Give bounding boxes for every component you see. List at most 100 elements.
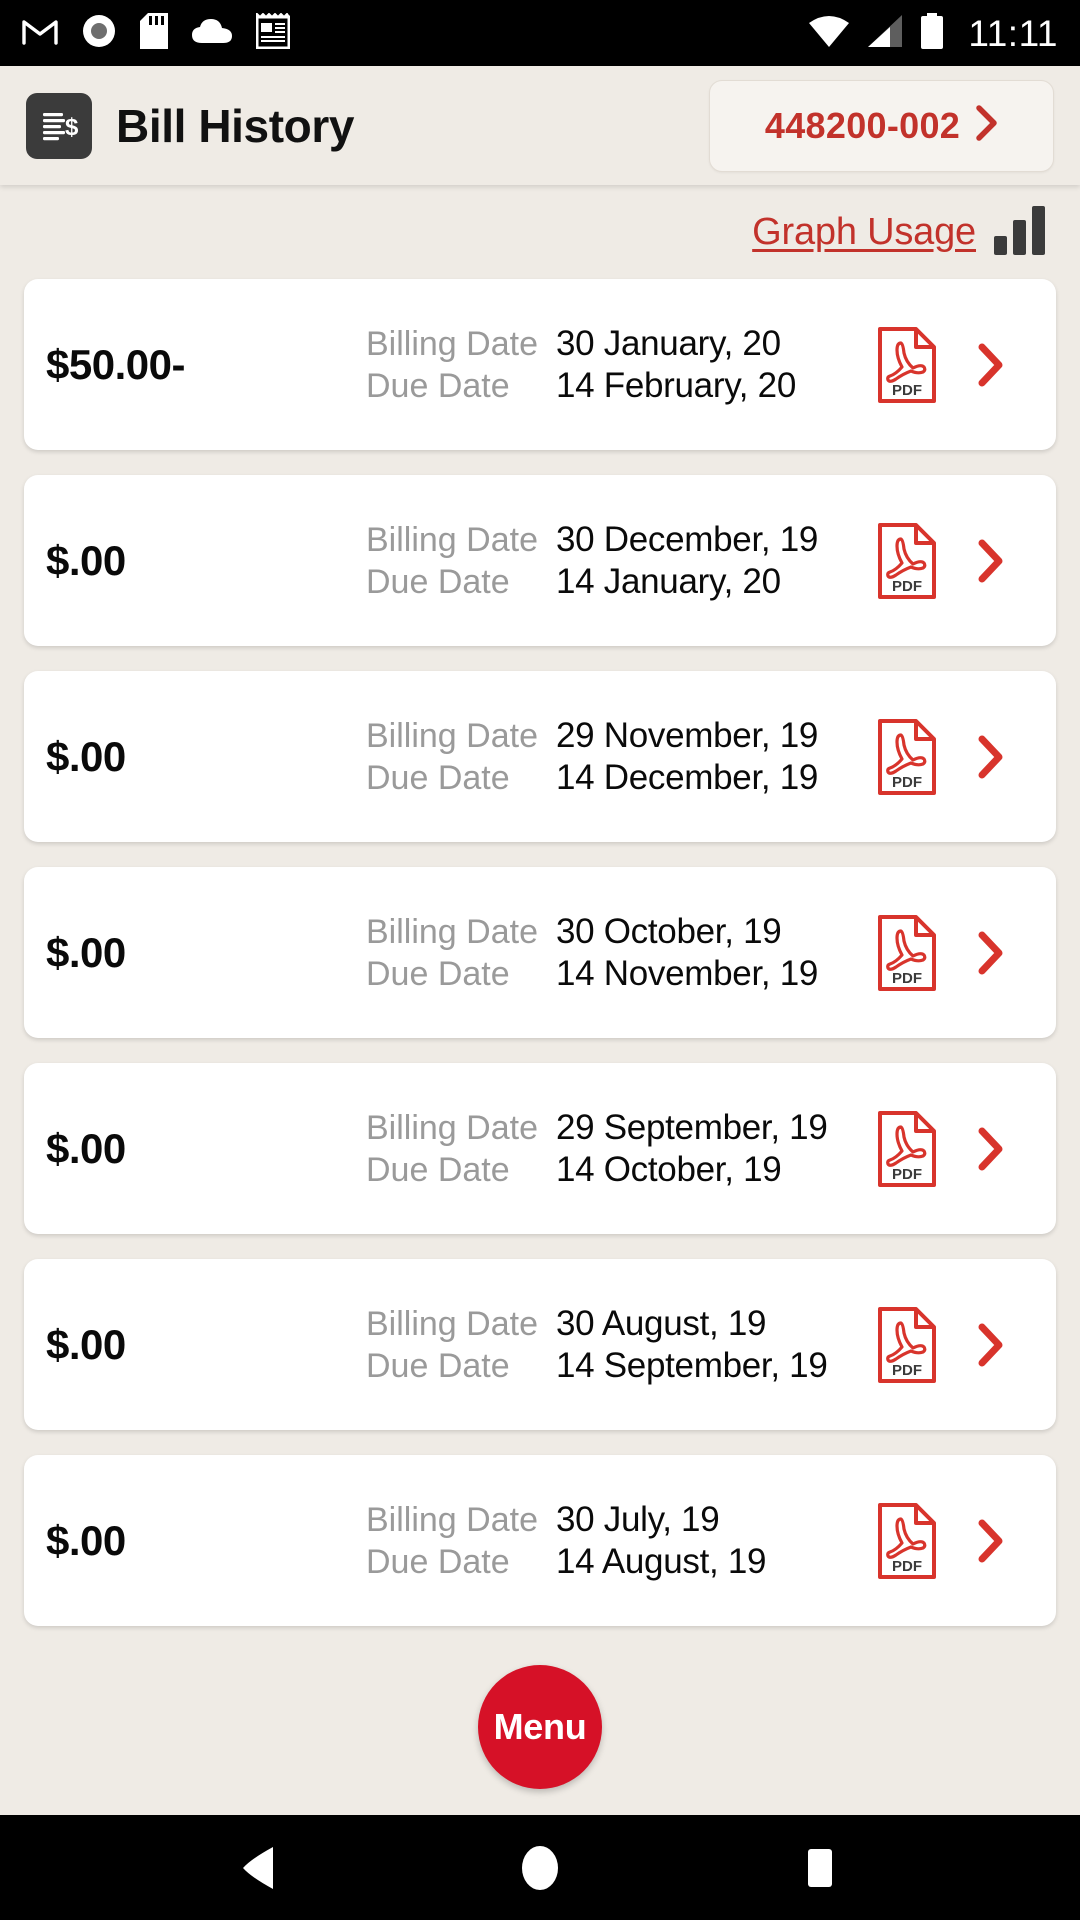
pdf-download-button[interactable]: PDF (870, 326, 944, 404)
status-bar: 11:11 (0, 0, 1080, 66)
cloud-icon (192, 17, 232, 50)
bill-amount: $.00 (46, 732, 126, 780)
status-bar-system-icons: 11:11 (808, 12, 1058, 54)
due-date-row: Due Date 14 February, 20 (366, 366, 870, 406)
bill-card[interactable]: $50.00- Billing Date 30 January, 20 Due … (24, 279, 1056, 450)
due-date-label: Due Date (366, 758, 510, 797)
bill-detail-chevron-icon[interactable] (960, 1323, 1022, 1367)
bill-card[interactable]: $.00 Billing Date 29 November, 19 Due Da… (24, 671, 1056, 842)
bill-dates: Billing Date 30 August, 19 Due Date 14 S… (366, 1304, 870, 1386)
bill-card[interactable]: $.00 Billing Date 29 September, 19 Due D… (24, 1063, 1056, 1234)
account-selector-button[interactable]: 448200-002 (709, 79, 1054, 172)
bill-document-dollar-icon: $ (26, 92, 92, 159)
billing-date-value: 30 August, 19 (556, 1303, 767, 1343)
bill-dates: Billing Date 30 December, 19 Due Date 14… (366, 520, 870, 602)
bill-card[interactable]: $.00 Billing Date 30 July, 19 Due Date 1… (24, 1455, 1056, 1626)
due-date-label: Due Date (366, 1346, 510, 1385)
billing-date-value: 30 July, 19 (556, 1499, 720, 1539)
bill-detail-chevron-icon[interactable] (960, 1519, 1022, 1563)
pdf-download-button[interactable]: PDF (870, 1110, 944, 1188)
account-number-label: 448200-002 (764, 104, 961, 146)
bill-dates: Billing Date 29 September, 19 Due Date 1… (366, 1108, 870, 1190)
wifi-icon (808, 14, 850, 53)
menu-fab-button[interactable]: Menu (478, 1665, 602, 1789)
content-scroll-area[interactable]: Graph Usage $50.00- Billing Date 30 Janu… (0, 185, 1080, 1815)
graph-usage-row: Graph Usage (24, 185, 1056, 279)
bill-amount: $.00 (46, 1320, 126, 1368)
bill-amount: $.00 (46, 928, 126, 976)
pdf-download-button[interactable]: PDF (870, 718, 944, 796)
pdf-label: PDF (892, 1166, 922, 1183)
billing-date-row: Billing Date 29 September, 19 (366, 1108, 870, 1148)
due-date-value: 14 October, 19 (556, 1149, 782, 1189)
due-date-row: Due Date 14 December, 19 (366, 758, 870, 798)
recents-square-icon[interactable] (760, 1815, 880, 1920)
due-date-value: 14 November, 19 (556, 953, 819, 993)
app-header: $ Bill History 448200-002 (0, 66, 1080, 185)
bill-history-screen: 11:11 $ Bill History 448200-002 Graph Us… (0, 0, 1080, 1920)
bill-amount: $.00 (46, 1124, 126, 1172)
cellular-signal-icon (866, 14, 904, 53)
pdf-download-button[interactable]: PDF (870, 522, 944, 600)
billing-date-label: Billing Date (366, 716, 538, 755)
bill-dates: Billing Date 30 July, 19 Due Date 14 Aug… (366, 1500, 870, 1582)
due-date-label: Due Date (366, 1542, 510, 1581)
due-date-value: 14 August, 19 (556, 1541, 767, 1581)
bill-detail-chevron-icon[interactable] (960, 931, 1022, 975)
bill-detail-chevron-icon[interactable] (960, 735, 1022, 779)
record-icon (82, 14, 116, 53)
sd-card-icon (140, 12, 168, 54)
bill-detail-chevron-icon[interactable] (960, 1127, 1022, 1171)
billing-date-value: 29 November, 19 (556, 715, 819, 755)
chevron-right-icon (976, 105, 998, 146)
billing-date-label: Billing Date (366, 324, 538, 363)
billing-date-value: 30 October, 19 (556, 911, 782, 951)
due-date-value: 14 September, 19 (556, 1345, 828, 1385)
bill-dates: Billing Date 30 October, 19 Due Date 14 … (366, 912, 870, 994)
pdf-download-button[interactable]: PDF (870, 1306, 944, 1384)
billing-date-label: Billing Date (366, 912, 538, 951)
due-date-row: Due Date 14 October, 19 (366, 1150, 870, 1190)
menu-fab-label: Menu (493, 1706, 587, 1747)
due-date-label: Due Date (366, 366, 510, 405)
pdf-download-button[interactable]: PDF (870, 914, 944, 992)
notes-icon (255, 11, 291, 54)
due-date-label: Due Date (366, 954, 510, 993)
billing-date-value: 29 September, 19 (556, 1107, 828, 1147)
billing-date-row: Billing Date 29 November, 19 (366, 716, 870, 756)
due-date-row: Due Date 14 August, 19 (366, 1542, 870, 1582)
bill-dates: Billing Date 29 November, 19 Due Date 14… (366, 716, 870, 798)
billing-date-value: 30 January, 20 (556, 323, 781, 363)
due-date-label: Due Date (366, 1150, 510, 1189)
bill-detail-chevron-icon[interactable] (960, 539, 1022, 583)
status-bar-notification-icons (22, 11, 291, 54)
android-navigation-bar (0, 1815, 1080, 1920)
due-date-row: Due Date 14 November, 19 (366, 954, 870, 994)
bill-amount: $50.00- (46, 340, 185, 388)
pdf-label: PDF (892, 970, 922, 987)
home-circle-icon[interactable] (480, 1815, 600, 1920)
pdf-label: PDF (892, 1362, 922, 1379)
due-date-label: Due Date (366, 562, 510, 601)
pdf-label: PDF (892, 1558, 922, 1575)
billing-date-row: Billing Date 30 August, 19 (366, 1304, 870, 1344)
bill-card[interactable]: $.00 Billing Date 30 December, 19 Due Da… (24, 475, 1056, 646)
bill-amount: $.00 (46, 1516, 126, 1564)
bill-amount: $.00 (46, 536, 126, 584)
bill-card[interactable]: $.00 Billing Date 30 August, 19 Due Date… (24, 1259, 1056, 1430)
billing-date-label: Billing Date (366, 520, 538, 559)
billing-date-row: Billing Date 30 January, 20 (366, 324, 870, 364)
pdf-download-button[interactable]: PDF (870, 1502, 944, 1580)
bill-detail-chevron-icon[interactable] (960, 343, 1022, 387)
bill-history-list: $50.00- Billing Date 30 January, 20 Due … (24, 279, 1056, 1626)
bar-chart-icon[interactable] (994, 205, 1046, 260)
pdf-label: PDF (892, 578, 922, 595)
due-date-value: 14 January, 20 (556, 561, 781, 601)
billing-date-label: Billing Date (366, 1304, 538, 1343)
graph-usage-link[interactable]: Graph Usage (752, 211, 976, 254)
bill-card[interactable]: $.00 Billing Date 30 October, 19 Due Dat… (24, 867, 1056, 1038)
back-triangle-icon[interactable] (200, 1815, 320, 1920)
pdf-label: PDF (892, 774, 922, 791)
due-date-row: Due Date 14 September, 19 (366, 1346, 870, 1386)
gmail-icon (22, 16, 58, 51)
